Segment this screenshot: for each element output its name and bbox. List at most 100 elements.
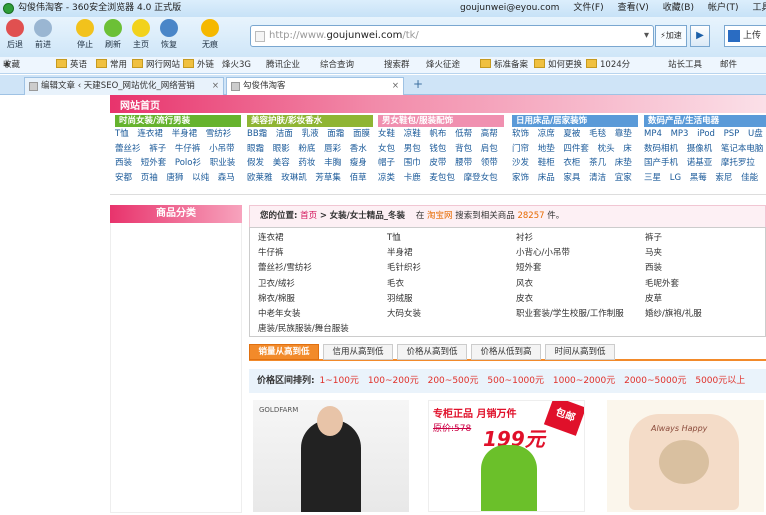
fav-outlinks[interactable]: 外链 bbox=[183, 57, 214, 73]
fav-query[interactable]: 综合查询 bbox=[320, 57, 354, 73]
search-box[interactable]: 上传 bbox=[724, 25, 766, 47]
subcategory-link[interactable]: 唐装/民族服装/舞台服装 bbox=[258, 322, 349, 337]
price-range-link[interactable]: 100~200元 bbox=[368, 376, 419, 386]
category-links[interactable]: MP4 MP3 iPod PSP U盘 bbox=[644, 127, 766, 142]
fav-1024[interactable]: 1024分 bbox=[586, 57, 630, 73]
subcategory-link[interactable]: 连衣裙 bbox=[258, 231, 349, 246]
subcategory-link[interactable]: 小背心/小吊带 bbox=[516, 246, 624, 261]
chevron-down-icon[interactable]: ▾ bbox=[644, 26, 649, 46]
menu-favorites[interactable]: 收藏(B) bbox=[663, 0, 694, 17]
subcategory-link[interactable]: 羽绒服 bbox=[387, 292, 421, 307]
speed-button[interactable]: ⚡加速 bbox=[655, 25, 687, 47]
menu-view[interactable]: 查看(V) bbox=[618, 0, 649, 17]
subcategory-link[interactable]: 毛针织衫 bbox=[387, 261, 421, 276]
subcategory-link[interactable]: 马夹 bbox=[645, 246, 702, 261]
stop-button[interactable]: 停止 bbox=[70, 19, 100, 50]
subcategory-link[interactable]: 半身裙 bbox=[387, 246, 421, 261]
subcategory-link[interactable]: 大码女装 bbox=[387, 307, 421, 322]
account-label[interactable]: goujunwei@eyou.com bbox=[460, 0, 559, 17]
close-icon[interactable]: × bbox=[212, 78, 219, 95]
menu-tools[interactable]: 工具(T) bbox=[753, 0, 766, 17]
menu-account[interactable]: 帐户(T) bbox=[708, 0, 739, 17]
tab-goujunwei[interactable]: 勾俊伟淘客 × bbox=[226, 77, 404, 95]
forward-button[interactable]: 前进 bbox=[28, 19, 58, 50]
category-links[interactable]: 蕾丝衫 裤子 牛仔裤 小吊带 bbox=[115, 142, 241, 157]
fav-howto[interactable]: 如何更换 bbox=[534, 57, 582, 73]
category-header[interactable]: 日用床品/居家装饰 bbox=[512, 115, 638, 127]
category-links[interactable]: 欧莱雅 玫琳凯 芳草集 佰草 bbox=[247, 171, 373, 186]
subcategory-link[interactable]: 中老年女装 bbox=[258, 307, 349, 322]
close-icon[interactable]: × bbox=[392, 78, 399, 95]
subcategory-link[interactable]: 毛衣 bbox=[387, 277, 421, 292]
category-links[interactable]: 数码相机 摄像机 笔记本电脑 bbox=[644, 142, 766, 157]
tab-price-desc[interactable]: 价格从高到低 bbox=[397, 344, 467, 360]
subcategory-link[interactable]: 蕾丝衫/雪纺衫 bbox=[258, 261, 349, 276]
subcategory-link[interactable]: 皮衣 bbox=[516, 292, 624, 307]
price-range-link[interactable]: 200~500元 bbox=[428, 376, 479, 386]
category-links[interactable]: 三星 LG 黑莓 索尼 佳能 bbox=[644, 171, 766, 186]
subcategory-link[interactable]: 牛仔裤 bbox=[258, 246, 349, 261]
category-links[interactable]: 软饰 凉席 夏被 毛毯 靠垫 bbox=[512, 127, 638, 142]
fav-tencent[interactable]: 腾讯企业 bbox=[266, 57, 300, 73]
subcategory-link[interactable]: 短外套 bbox=[516, 261, 624, 276]
subcategory-link[interactable]: 棉衣/棉服 bbox=[258, 292, 349, 307]
restore-button[interactable]: 恢复 bbox=[154, 19, 184, 50]
shop-name[interactable]: 淘宝网 bbox=[427, 211, 453, 221]
fav-record[interactable]: 标准备案 bbox=[480, 57, 528, 73]
category-links[interactable]: 凉类 卡鹿 麦包包 摩登女包 bbox=[378, 171, 504, 186]
subcategory-link[interactable]: 裤子 bbox=[645, 231, 702, 246]
category-header[interactable]: 男女鞋包/服装配饰 bbox=[378, 115, 504, 127]
home-button[interactable]: 主页 bbox=[126, 19, 156, 50]
category-links[interactable]: 家饰 床品 家具 清洁 宜家 bbox=[512, 171, 638, 186]
price-range-link[interactable]: 5000元以上 bbox=[695, 376, 745, 386]
category-links[interactable]: 假发 美容 药妆 丰胸 瘦身 bbox=[247, 156, 373, 171]
subcategory-link[interactable]: 婚纱/旗袍/礼服 bbox=[645, 307, 702, 322]
category-links[interactable]: BB霜 洁面 乳液 面霜 面膜 bbox=[247, 127, 373, 142]
category-links[interactable]: 国产手机 诺基亚 摩托罗拉 bbox=[644, 156, 766, 171]
new-tab-icon[interactable]: + bbox=[413, 77, 423, 91]
fav-mail[interactable]: 邮件 bbox=[720, 57, 737, 73]
subcategory-link[interactable]: T恤 bbox=[387, 231, 421, 246]
category-links[interactable]: 女鞋 凉鞋 帆布 低帮 高帮 bbox=[378, 127, 504, 142]
category-links[interactable]: 眼霜 眼影 粉底 唇彩 香水 bbox=[247, 142, 373, 157]
subcategory-link[interactable]: 西装 bbox=[645, 261, 702, 276]
tab-time-desc[interactable]: 时间从高到低 bbox=[545, 344, 615, 360]
subcategory-link[interactable]: 风衣 bbox=[516, 277, 624, 292]
fav-common[interactable]: 常用 bbox=[96, 57, 127, 73]
subcategory-link[interactable]: 卫衣/绒衫 bbox=[258, 277, 349, 292]
category-header[interactable]: 美容护肤/彩妆香水 bbox=[247, 115, 373, 127]
refresh-button[interactable]: 刷新 bbox=[98, 19, 128, 50]
menu-file[interactable]: 文件(F) bbox=[573, 0, 603, 17]
product-image[interactable]: Always Happy bbox=[607, 400, 764, 512]
subcategory-link[interactable]: 衬衫 bbox=[516, 231, 624, 246]
tab-sales-desc[interactable]: 销量从高到低 bbox=[249, 344, 319, 360]
fav-english[interactable]: 英语 bbox=[56, 57, 87, 73]
category-links[interactable]: 沙发 鞋柜 衣柜 茶几 床垫 bbox=[512, 156, 638, 171]
fav-webmaster[interactable]: 站长工具 bbox=[668, 57, 702, 73]
category-links[interactable]: 帽子 围巾 皮带 腰带 领带 bbox=[378, 156, 504, 171]
category-links[interactable]: T恤 连衣裙 半身裙 雪纺衫 bbox=[115, 127, 241, 142]
category-links[interactable]: 安都 页袖 唐狮 以纯 森马 bbox=[115, 171, 241, 186]
subcategory-link[interactable]: 皮草 bbox=[645, 292, 702, 307]
price-range-link[interactable]: 1000~2000元 bbox=[553, 376, 615, 386]
incognito-button[interactable]: 无痕 bbox=[195, 19, 225, 50]
tab-credit-desc[interactable]: 信用从高到低 bbox=[323, 344, 393, 360]
category-header[interactable]: 时尚女装/流行男装 bbox=[115, 115, 241, 127]
site-home-link[interactable]: 网站首页 bbox=[120, 97, 160, 112]
category-links[interactable]: 西装 短外套 Polo衫 职业装 bbox=[115, 156, 241, 171]
tab-price-asc[interactable]: 价格从低到高 bbox=[471, 344, 541, 360]
category-header[interactable]: 数码产品/生活电器 bbox=[644, 115, 766, 127]
back-button[interactable]: 后退 bbox=[0, 19, 30, 50]
breadcrumb-home[interactable]: 首页 bbox=[300, 211, 317, 221]
fav-fenghuo-zhengtu[interactable]: 烽火征途 bbox=[426, 57, 460, 73]
tab-edit-article[interactable]: 编辑文章 ‹ 天建SEO_网站优化_网络营销 × bbox=[24, 77, 224, 95]
price-range-link[interactable]: 500~1000元 bbox=[487, 376, 544, 386]
product-image[interactable]: 专柜正品 月销万件 原价:578 199元 包邮 bbox=[428, 400, 585, 512]
fav-fenghuo3g[interactable]: 烽火3G bbox=[222, 57, 251, 73]
go-button[interactable]: ▶ bbox=[690, 25, 710, 47]
price-range-link[interactable]: 1~100元 bbox=[319, 376, 358, 386]
subcategory-link[interactable]: 职业套装/学生校服/工作制服 bbox=[516, 307, 624, 322]
category-links[interactable]: 门帘 地垫 四件套 枕头 床 bbox=[512, 142, 638, 157]
fav-netsites[interactable]: 网行网站 bbox=[132, 57, 180, 73]
fav-search-group[interactable]: 搜索群 bbox=[384, 57, 410, 73]
